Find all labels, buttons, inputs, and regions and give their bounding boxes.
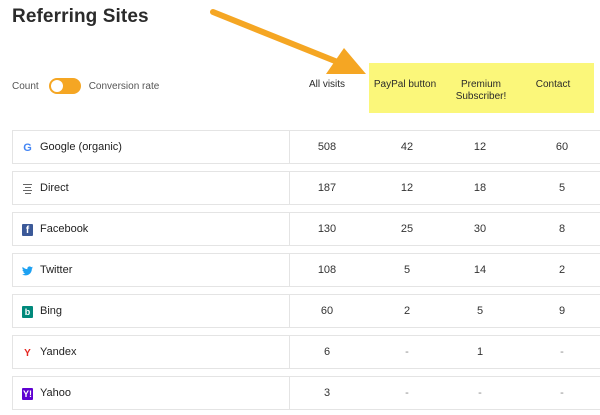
paypal-value: 5 [403,264,411,276]
toggle-conversion-label[interactable]: Conversion rate [89,81,160,92]
premium-value: 14 [473,264,487,276]
site-name: Twitter [40,264,73,276]
direct-icon [22,184,33,194]
count-conversion-toggle-row: Count Conversion rate [12,78,159,94]
google-icon: G [23,142,32,154]
table-row[interactable]: f Facebook 130 25 30 8 [12,212,600,246]
all-visits-value: 6 [323,346,331,358]
contact-value: - [560,387,564,399]
premium-value: 1 [476,346,484,358]
all-visits-value: 108 [317,264,337,276]
premium-value: 30 [473,223,487,235]
bing-icon: b [22,306,33,318]
contact-value: - [560,346,564,358]
col-header-premium-line2: Subscriber! [455,91,507,102]
facebook-icon: f [22,224,33,236]
all-visits-value: 3 [323,387,331,399]
twitter-icon [22,265,33,277]
table-row[interactable]: G Google (organic) 508 42 12 60 [12,130,600,164]
paypal-value: 42 [400,141,414,153]
paypal-value: 12 [400,182,414,194]
col-header-premium-line1: Premium [460,79,501,90]
count-conversion-toggle[interactable] [48,78,81,94]
table-row[interactable]: Y Yandex 6 - 1 - [12,335,600,369]
yandex-icon: Y [24,347,31,359]
contact-value: 2 [558,264,566,276]
column-divider [289,131,290,163]
site-name: Direct [40,182,69,194]
column-divider [289,213,290,245]
contact-value: 9 [558,305,566,317]
col-header-all-visits[interactable]: All visits [300,79,354,91]
col-header-paypal[interactable]: PayPal button [370,79,440,91]
site-name: Bing [40,305,63,317]
premium-value: - [478,387,482,399]
site-name: Yahoo [40,387,71,399]
paypal-value: 2 [403,305,411,317]
site-name: Google (organic) [40,141,122,153]
column-divider [289,295,290,327]
col-header-contact[interactable]: Contact [527,79,579,91]
paypal-value: - [405,387,409,399]
table-row[interactable]: Twitter 108 5 14 2 [12,253,600,287]
table-row[interactable]: b Bing 60 2 5 9 [12,294,600,328]
all-visits-value: 130 [317,223,337,235]
yahoo-icon: Y! [22,388,33,400]
column-divider [289,377,290,409]
toggle-knob [50,80,63,92]
toggle-count-label[interactable]: Count [12,81,39,92]
contact-value: 5 [558,182,566,194]
premium-value: 12 [473,141,487,153]
contact-value: 8 [558,223,566,235]
paypal-value: - [405,346,409,358]
all-visits-value: 60 [320,305,334,317]
all-visits-value: 187 [317,182,337,194]
contact-value: 60 [555,141,569,153]
premium-value: 5 [476,305,484,317]
site-name: Facebook [40,223,89,235]
site-name: Yandex [40,346,77,358]
table-row[interactable]: Y! Yahoo 3 - - - [12,376,600,410]
premium-value: 18 [473,182,487,194]
column-divider [289,254,290,286]
col-header-premium[interactable]: Premium Subscriber! [446,79,516,103]
column-divider [289,172,290,204]
all-visits-value: 508 [317,141,337,153]
paypal-value: 25 [400,223,414,235]
table-row[interactable]: Direct 187 12 18 5 [12,171,600,205]
column-divider [289,336,290,368]
referring-sites-table: G Google (organic) 508 42 12 60 Direct 1… [12,130,600,415]
